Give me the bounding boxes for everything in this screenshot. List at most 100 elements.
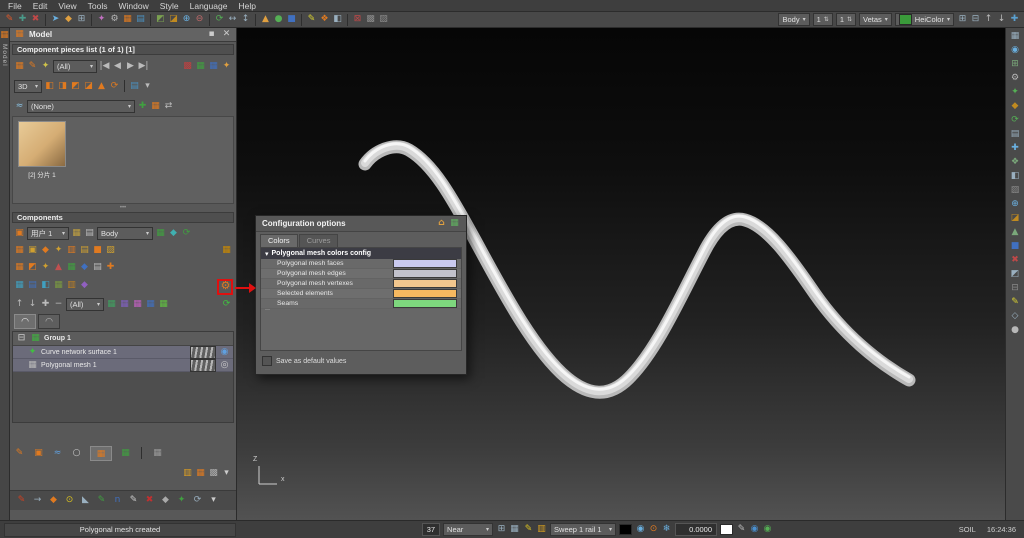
user-green-icon[interactable]: ◉: [762, 524, 773, 535]
heicolor-dropdown[interactable]: HeiColor▾: [895, 13, 954, 26]
menu-language[interactable]: Language: [190, 1, 228, 11]
tool-tri-icon[interactable]: ▲: [53, 262, 64, 273]
select-faces-icon[interactable]: ▩: [182, 61, 193, 72]
curve-tool-b[interactable]: ◠: [38, 314, 60, 329]
hatch-b-icon[interactable]: ▨: [378, 14, 389, 25]
vetas-dropdown[interactable]: Vetas▾: [859, 13, 892, 26]
components-filter-dropdown[interactable]: (All)▾: [66, 298, 104, 311]
mesh-preview[interactable]: [190, 359, 216, 372]
user-dropdown[interactable]: 用户 1▾: [27, 227, 69, 240]
mesh-blue-icon[interactable]: ▤: [27, 280, 38, 291]
tree-row-mesh[interactable]: ▦ Polygonal mesh 1 ◎: [13, 359, 233, 372]
lock-icon-icon[interactable]: ⊙: [648, 524, 659, 535]
mesh-green-btn-icon[interactable]: ▦: [120, 448, 131, 459]
tool-green-icon[interactable]: ▦: [66, 262, 77, 273]
refresh-right-icon[interactable]: ⟳: [221, 299, 232, 310]
close-icon[interactable]: ✕: [221, 29, 232, 40]
up-arrow-icon[interactable]: ↑: [983, 14, 994, 25]
select-edges-icon[interactable]: ▦: [195, 61, 206, 72]
comp-hatch-icon[interactable]: ▨: [105, 245, 116, 256]
snap-plane-icon[interactable]: ▦: [509, 524, 520, 535]
tab-curves[interactable]: Curves: [299, 234, 339, 247]
rb-star-icon[interactable]: ✦: [1010, 87, 1021, 98]
move-down-icon[interactable]: ↓: [27, 299, 38, 310]
rb-eye-icon[interactable]: ◉: [1010, 45, 1021, 56]
mode-blue-icon[interactable]: ▦: [145, 299, 156, 310]
rb-x-icon[interactable]: ✖: [1010, 255, 1021, 266]
triangle-tool-icon[interactable]: ▲: [260, 14, 271, 25]
comp-grid-1-icon[interactable]: ▦: [14, 245, 25, 256]
colors-section-header[interactable]: ▾ Polygonal mesh colors config: [261, 248, 461, 259]
diamond-tool-icon[interactable]: ◆: [63, 14, 74, 25]
dialog-title-bar[interactable]: Configuration options ⌂▦: [256, 216, 466, 232]
add-item-icon[interactable]: ✚: [1009, 14, 1020, 25]
mesh-gray-icon[interactable]: ▦: [152, 448, 163, 459]
curve-blue-icon[interactable]: ≈: [52, 448, 63, 459]
mesh-active-icon[interactable]: ▦: [90, 446, 112, 461]
comp-square-icon[interactable]: ■: [92, 245, 103, 256]
rb-plus-circle-icon[interactable]: ⊕: [1010, 199, 1021, 210]
rb-layer-icon[interactable]: ▤: [1010, 129, 1021, 140]
diamond-orange-icon[interactable]: ◆: [48, 495, 59, 506]
body-dropdown[interactable]: Body▾: [97, 227, 153, 240]
menu-style[interactable]: Style: [160, 1, 179, 11]
mesh-icon-icon[interactable]: ▦: [27, 360, 38, 371]
mode-violet-icon[interactable]: ▦: [119, 299, 130, 310]
view-mode-dropdown[interactable]: 3D▾: [14, 80, 42, 93]
pencil-yellow-icon[interactable]: ✎: [306, 14, 317, 25]
half-square-a-icon[interactable]: ◩: [155, 14, 166, 25]
settings-gear-icon[interactable]: ⚙: [109, 14, 120, 25]
folder-gold-icon[interactable]: ▥: [182, 468, 193, 479]
background-color-swatch[interactable]: [720, 524, 733, 535]
save-default-checkbox[interactable]: [262, 356, 272, 366]
draw-pen-icon[interactable]: ✎: [4, 14, 15, 25]
palette-icon[interactable]: ▩: [208, 468, 219, 479]
rb-rotate-icon[interactable]: ⟳: [1010, 115, 1021, 126]
tool-add-icon[interactable]: ✚: [105, 262, 116, 273]
add-small-icon[interactable]: ✚: [40, 299, 51, 310]
mesh-tool-icon[interactable]: ▦: [122, 14, 133, 25]
comp-diamond-icon[interactable]: ◆: [40, 245, 51, 256]
rb-sphere-icon[interactable]: ●: [1010, 325, 1021, 336]
menu-tools[interactable]: Tools: [88, 1, 108, 11]
nav-next-icon[interactable]: ▶: [125, 61, 136, 72]
folder-yellow-icon[interactable]: ▥: [536, 524, 547, 535]
pen-green-icon[interactable]: ✎: [96, 495, 107, 506]
rotate-gray-icon[interactable]: ⟳: [192, 495, 203, 506]
layers-icon[interactable]: ▤: [129, 81, 140, 92]
grid-gold-right-icon[interactable]: ▦: [221, 245, 232, 256]
close-box-icon[interactable]: ⊠: [352, 14, 363, 25]
near-dropdown[interactable]: Near▾: [443, 523, 493, 536]
view-rotate-icon[interactable]: ⟳: [109, 81, 120, 92]
snap-grid-icon[interactable]: ⊞: [496, 524, 507, 535]
move-v-icon[interactable]: ↕: [240, 14, 251, 25]
film-icon[interactable]: ▤: [84, 228, 95, 239]
eye-icon-icon[interactable]: ◉: [635, 524, 646, 535]
panel-icon-icon[interactable]: ▦: [14, 29, 25, 40]
grid-add-icon[interactable]: ⊞: [76, 14, 87, 25]
swap-icon[interactable]: ⇄: [163, 101, 174, 112]
user-blue-icon[interactable]: ◉: [749, 524, 760, 535]
move-h-icon[interactable]: ↔: [227, 14, 238, 25]
view-side-icon[interactable]: ◪: [83, 81, 94, 92]
nav-prev-icon[interactable]: ◀: [112, 61, 123, 72]
tool-blue-icon[interactable]: ◆: [79, 262, 90, 273]
letter-n-icon[interactable]: n: [112, 495, 123, 506]
view-iso-icon[interactable]: ◧: [44, 81, 55, 92]
edges-color-swatch[interactable]: [393, 269, 457, 278]
mode-green-icon[interactable]: ▦: [106, 299, 117, 310]
half-square-b-icon[interactable]: ◪: [168, 14, 179, 25]
rowl-dropdown-icon[interactable]: ▾: [208, 495, 219, 506]
tool-half-icon[interactable]: ◩: [27, 262, 38, 273]
add-green-icon[interactable]: ✚: [137, 101, 148, 112]
comp-star-icon[interactable]: ✦: [53, 245, 64, 256]
vertexes-color-swatch[interactable]: [393, 279, 457, 288]
user-icon[interactable]: ▣: [14, 228, 25, 239]
sphere-tool-icon[interactable]: ●: [273, 14, 284, 25]
comp-folder-icon[interactable]: ▥: [66, 245, 77, 256]
mesh-olive-icon[interactable]: ▦: [53, 280, 64, 291]
wave-filter-icon[interactable]: ≈: [14, 101, 25, 112]
grid-orange-icon[interactable]: ▦: [150, 101, 161, 112]
tool-grid-icon[interactable]: ▦: [14, 262, 25, 273]
rb-half-icon[interactable]: ◧: [1010, 171, 1021, 182]
